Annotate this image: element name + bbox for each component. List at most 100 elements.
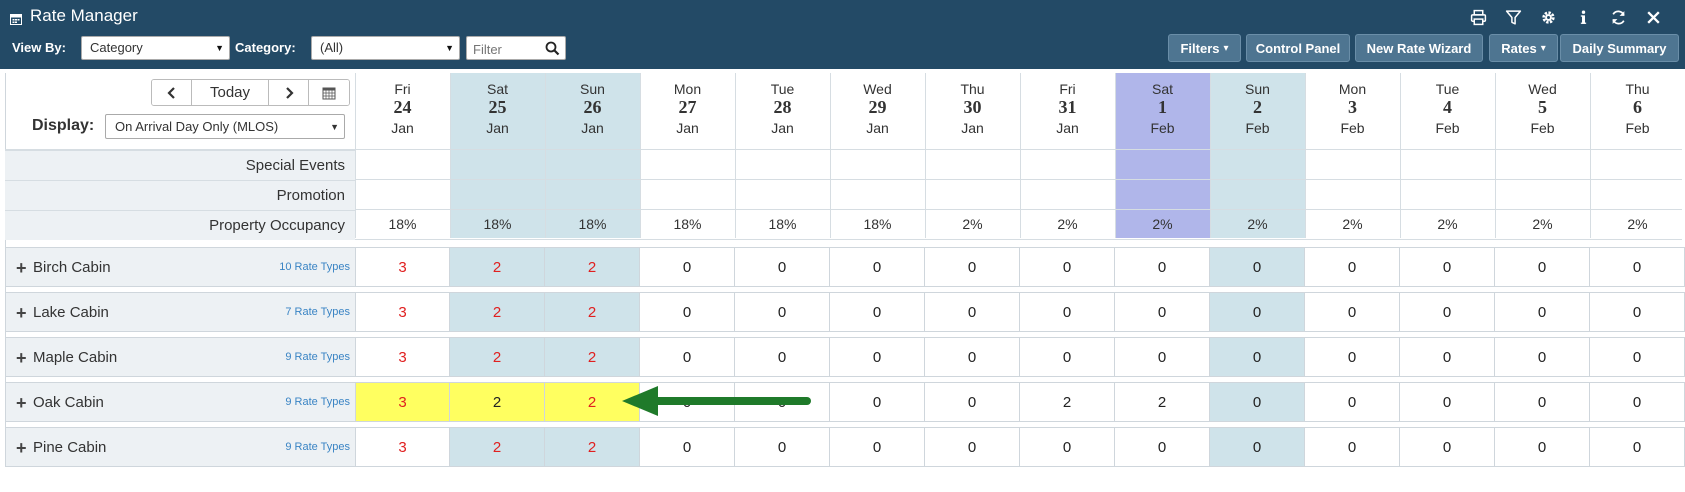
availability-cell[interactable]: 2: [450, 292, 545, 332]
availability-cell[interactable]: 0: [1400, 337, 1495, 377]
availability-cell[interactable]: 0: [1590, 337, 1685, 377]
room-row-birch-cabin[interactable]: + Birch Cabin 10 Rate Types: [5, 247, 355, 287]
availability-cell[interactable]: 2: [450, 337, 545, 377]
availability-cell[interactable]: 0: [830, 382, 925, 422]
availability-cell[interactable]: 0: [1305, 337, 1400, 377]
availability-cell[interactable]: 3: [355, 337, 450, 377]
availability-cell[interactable]: 0: [1495, 337, 1590, 377]
date-header[interactable]: Tue 4 Feb: [1400, 73, 1495, 149]
expand-icon[interactable]: +: [16, 303, 27, 324]
availability-cell[interactable]: 0: [830, 247, 925, 287]
date-header[interactable]: Mon 3 Feb: [1305, 73, 1400, 149]
daily-summary-button[interactable]: Daily Summary: [1560, 34, 1679, 62]
availability-cell[interactable]: 3: [355, 292, 450, 332]
availability-cell[interactable]: 0: [1115, 337, 1210, 377]
filter-icon[interactable]: [1496, 6, 1531, 28]
new-rate-wizard-button[interactable]: New Rate Wizard: [1355, 34, 1483, 62]
date-header[interactable]: Fri 31 Jan: [1020, 73, 1115, 149]
availability-cell[interactable]: 0: [925, 382, 1020, 422]
availability-cell[interactable]: 0: [640, 337, 735, 377]
rate-types-link[interactable]: 9 Rate Types: [285, 351, 350, 363]
availability-cell[interactable]: 2: [545, 337, 640, 377]
availability-cell[interactable]: 2: [545, 427, 640, 467]
availability-cell[interactable]: 0: [1115, 427, 1210, 467]
availability-cell[interactable]: 0: [1305, 292, 1400, 332]
availability-cell[interactable]: 3: [355, 427, 450, 467]
view-by-select[interactable]: Category ▼: [81, 36, 230, 60]
date-header[interactable]: Sun 26 Jan: [545, 73, 640, 149]
close-icon[interactable]: [1636, 6, 1671, 28]
availability-cell[interactable]: 0: [830, 292, 925, 332]
availability-cell[interactable]: 0: [1400, 292, 1495, 332]
availability-cell[interactable]: 0: [1590, 247, 1685, 287]
date-header[interactable]: Wed 29 Jan: [830, 73, 925, 149]
date-header[interactable]: Thu 30 Jan: [925, 73, 1020, 149]
room-row-pine-cabin[interactable]: + Pine Cabin 9 Rate Types: [5, 427, 355, 467]
availability-cell[interactable]: 0: [1495, 427, 1590, 467]
availability-cell[interactable]: 2: [450, 427, 545, 467]
filters-button[interactable]: Filters ▾: [1168, 34, 1241, 62]
availability-cell[interactable]: 0: [1210, 247, 1305, 287]
date-header[interactable]: Thu 6 Feb: [1590, 73, 1685, 149]
availability-cell[interactable]: 0: [1305, 247, 1400, 287]
availability-cell[interactable]: 2: [1115, 382, 1210, 422]
room-row-oak-cabin[interactable]: + Oak Cabin 9 Rate Types: [5, 382, 355, 422]
availability-cell[interactable]: 0: [1210, 292, 1305, 332]
availability-cell[interactable]: 0: [640, 292, 735, 332]
refresh-icon[interactable]: [1601, 6, 1636, 28]
date-header[interactable]: Sun 2 Feb: [1210, 73, 1305, 149]
availability-cell[interactable]: 2: [450, 382, 545, 422]
expand-icon[interactable]: +: [16, 258, 27, 279]
date-header[interactable]: Mon 27 Jan: [640, 73, 735, 149]
availability-cell[interactable]: 0: [1400, 427, 1495, 467]
availability-cell[interactable]: 2: [545, 247, 640, 287]
date-header[interactable]: Wed 5 Feb: [1495, 73, 1590, 149]
expand-icon[interactable]: +: [16, 348, 27, 369]
availability-cell[interactable]: 0: [1210, 337, 1305, 377]
rate-types-link[interactable]: 9 Rate Types: [285, 396, 350, 408]
availability-cell[interactable]: 0: [830, 337, 925, 377]
availability-cell[interactable]: 0: [735, 427, 830, 467]
date-header[interactable]: Fri 24 Jan: [355, 73, 450, 149]
availability-cell[interactable]: 0: [1590, 292, 1685, 332]
availability-cell[interactable]: 0: [735, 247, 830, 287]
availability-cell[interactable]: 3: [355, 247, 450, 287]
date-header[interactable]: Sat 1 Feb: [1115, 73, 1210, 149]
room-row-maple-cabin[interactable]: + Maple Cabin 9 Rate Types: [5, 337, 355, 377]
availability-cell[interactable]: 0: [830, 427, 925, 467]
availability-cell[interactable]: 0: [925, 292, 1020, 332]
availability-cell[interactable]: 0: [640, 247, 735, 287]
availability-cell[interactable]: 0: [1305, 382, 1400, 422]
availability-cell[interactable]: 0: [1210, 427, 1305, 467]
availability-cell[interactable]: 0: [925, 337, 1020, 377]
availability-cell[interactable]: 0: [925, 427, 1020, 467]
date-header[interactable]: Tue 28 Jan: [735, 73, 830, 149]
availability-cell[interactable]: 2: [450, 247, 545, 287]
rate-types-link[interactable]: 10 Rate Types: [279, 261, 350, 273]
availability-cell[interactable]: 0: [735, 292, 830, 332]
rates-button[interactable]: Rates ▾: [1489, 34, 1558, 62]
availability-cell[interactable]: 0: [1305, 427, 1400, 467]
gear-icon[interactable]: [1531, 6, 1566, 28]
date-header[interactable]: Sat 25 Jan: [450, 73, 545, 149]
availability-cell[interactable]: 0: [1590, 382, 1685, 422]
availability-cell[interactable]: 2: [545, 292, 640, 332]
availability-cell[interactable]: 0: [1590, 427, 1685, 467]
expand-icon[interactable]: +: [16, 393, 27, 414]
availability-cell[interactable]: 3: [355, 382, 450, 422]
availability-cell[interactable]: 0: [1020, 247, 1115, 287]
category-select[interactable]: (All) ▼: [311, 36, 460, 60]
availability-cell[interactable]: 0: [1400, 247, 1495, 287]
control-panel-button[interactable]: Control Panel: [1246, 34, 1350, 62]
rate-types-link[interactable]: 7 Rate Types: [285, 306, 350, 318]
search-button[interactable]: [538, 36, 566, 60]
availability-cell[interactable]: 0: [1400, 382, 1495, 422]
availability-cell[interactable]: 0: [1495, 382, 1590, 422]
availability-cell[interactable]: 0: [1210, 382, 1305, 422]
expand-icon[interactable]: +: [16, 438, 27, 459]
availability-cell[interactable]: 0: [1495, 247, 1590, 287]
availability-cell[interactable]: 0: [640, 427, 735, 467]
availability-cell[interactable]: 0: [1020, 427, 1115, 467]
availability-cell[interactable]: 0: [925, 247, 1020, 287]
availability-cell[interactable]: 0: [1020, 337, 1115, 377]
